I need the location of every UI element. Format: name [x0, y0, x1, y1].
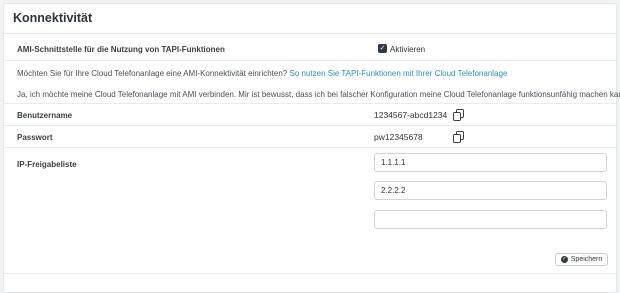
- section-title: Konnektivität: [13, 11, 93, 25]
- tapi-help-link[interactable]: So nutzen Sie TAPI-Funktionen mit Ihrer …: [289, 69, 507, 78]
- ip-entry-2-input[interactable]: [374, 181, 607, 200]
- divider: [4, 60, 618, 61]
- divider: [4, 273, 618, 274]
- ami-question: Möchten Sie für Ihre Cloud Telefonanlage…: [17, 69, 507, 78]
- ami-activate-checkbox[interactable]: ✓: [378, 44, 387, 53]
- ami-activate-label[interactable]: Aktivieren: [390, 45, 425, 54]
- copy-username-icon[interactable]: [453, 109, 464, 121]
- connectivity-panel: Konnektivität AMI-Schnittstelle für die …: [3, 3, 620, 293]
- panel-header: Konnektivität: [4, 4, 616, 34]
- save-button-label: Speichern: [570, 256, 603, 263]
- ami-question-text: Möchten Sie für Ihre Cloud Telefonanlage…: [17, 69, 288, 78]
- copy-password-icon[interactable]: [453, 131, 464, 143]
- ip-allowlist-label: IP-Freigabeliste: [17, 160, 77, 169]
- password-label: Passwort: [17, 133, 53, 142]
- ami-label: AMI-Schnittstelle für die Nutzung von TA…: [17, 45, 225, 54]
- check-circle-icon: ✓: [560, 256, 568, 263]
- ip-entry-1-input[interactable]: [374, 153, 607, 172]
- divider: [4, 103, 618, 104]
- divider: [4, 147, 618, 148]
- password-value: pw12345678: [374, 132, 423, 142]
- divider: [4, 125, 618, 126]
- ami-consent-text: Ja, ich möchte meine Cloud Telefonanlage…: [17, 90, 620, 99]
- save-button[interactable]: ✓ Speichern: [555, 253, 608, 266]
- username-value: 1234567-abcd1234: [374, 110, 448, 120]
- username-label: Benutzername: [17, 111, 73, 120]
- ip-entry-3-input[interactable]: [374, 210, 607, 229]
